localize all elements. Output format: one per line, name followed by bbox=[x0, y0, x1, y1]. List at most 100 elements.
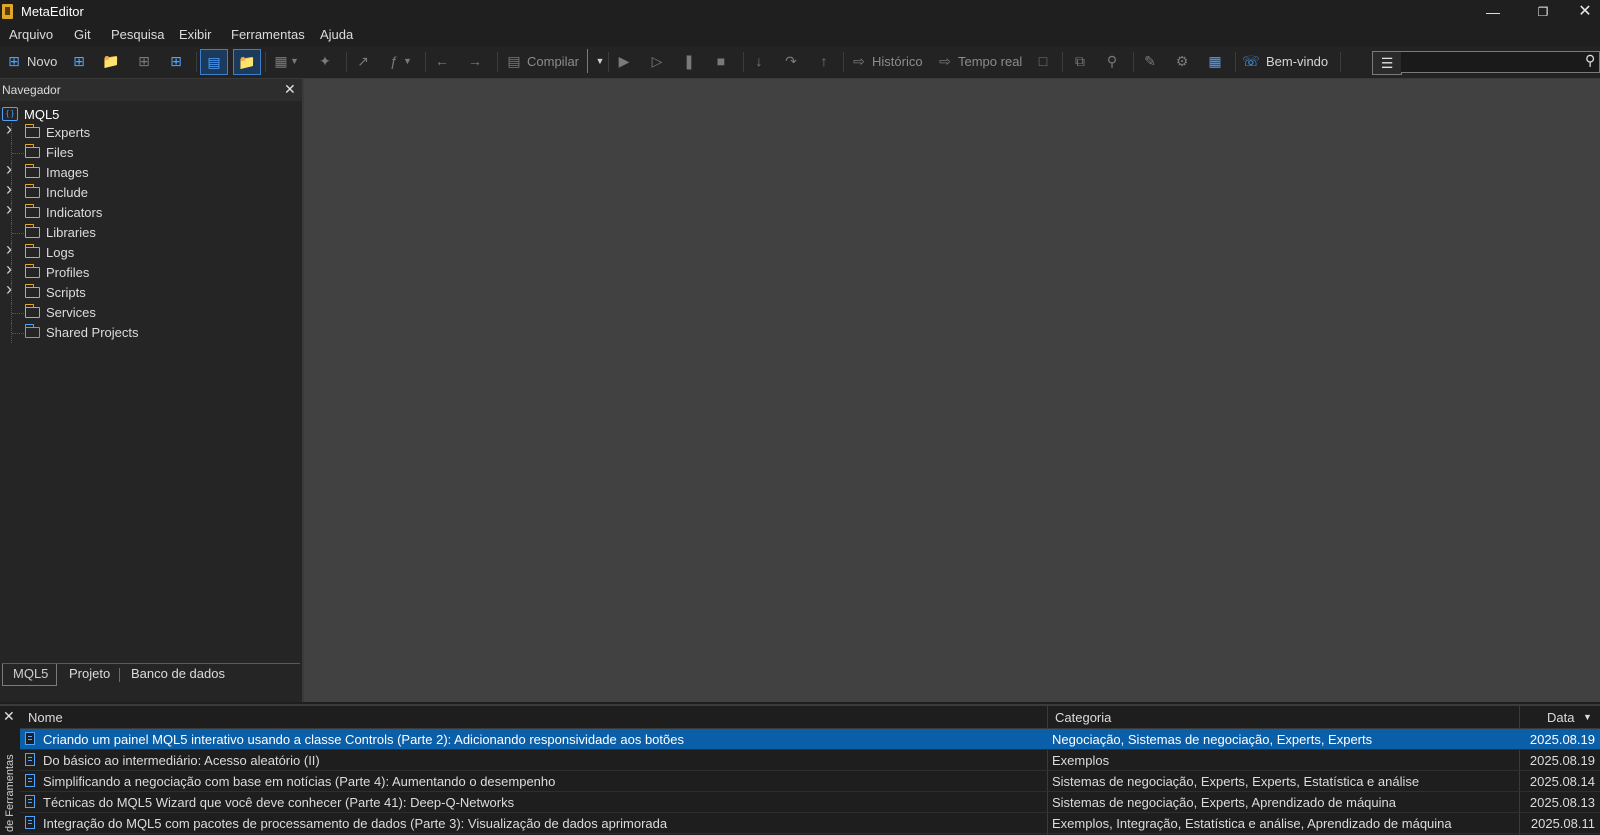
copy-button[interactable]: ⧉ bbox=[1071, 49, 1089, 73]
terminal-button[interactable]: ▦ bbox=[1206, 49, 1224, 73]
tree-item-scripts[interactable]: › Scripts bbox=[0, 280, 300, 303]
tree-item-services[interactable]: Services bbox=[0, 303, 300, 323]
folder-icon bbox=[25, 124, 40, 138]
tab-banco-de-dados[interactable]: Banco de dados bbox=[121, 664, 235, 686]
tree-item-shared-projects[interactable]: Shared Projects bbox=[0, 323, 300, 343]
chevron-right-icon[interactable]: › bbox=[6, 120, 16, 138]
document-icon bbox=[25, 795, 35, 808]
article-name: Criando um painel MQL5 interativo usando… bbox=[43, 732, 684, 747]
forward-button[interactable]: → bbox=[466, 49, 484, 73]
chevron-right-icon[interactable]: › bbox=[6, 180, 16, 198]
restore-button[interactable]: ❐ bbox=[1520, 0, 1566, 24]
column-header-category[interactable]: Categoria bbox=[1055, 710, 1111, 725]
close-icon[interactable]: ✕ bbox=[284, 81, 296, 98]
folder-icon bbox=[25, 204, 40, 218]
debug-start-history-button[interactable]: ▷ bbox=[648, 49, 666, 73]
market-button[interactable]: ⚙ bbox=[1173, 49, 1191, 73]
shared-folder-icon bbox=[25, 324, 40, 338]
debug-start-real-button[interactable]: ▶ bbox=[615, 49, 633, 73]
tree-item-images[interactable]: › Images bbox=[0, 160, 300, 183]
open-button[interactable]: 📁 bbox=[102, 49, 120, 73]
chevron-right-icon[interactable]: › bbox=[6, 260, 16, 278]
functions-button[interactable]: ƒ ▼ bbox=[385, 49, 412, 73]
chevron-down-icon: ▼ bbox=[595, 56, 605, 66]
save-icon: ⊞ bbox=[138, 53, 150, 69]
search-icon[interactable]: ⚲ bbox=[1585, 52, 1595, 69]
compile-dropdown-button[interactable]: ▼ bbox=[587, 49, 609, 73]
step-out-button[interactable]: ↑ bbox=[815, 49, 833, 73]
tree-item-logs[interactable]: › Logs bbox=[0, 240, 300, 263]
save-all-button[interactable]: ⊞ bbox=[167, 49, 185, 73]
column-header-date[interactable]: Data bbox=[1547, 710, 1574, 725]
chevron-right-icon[interactable]: › bbox=[6, 160, 16, 178]
article-category: Exemplos, Integração, Estatística e anál… bbox=[1052, 816, 1452, 831]
find-button[interactable]: ⚲ bbox=[1103, 49, 1121, 73]
add-icon: ⊞ bbox=[73, 53, 85, 69]
article-date: 2025.08.14 bbox=[1529, 774, 1595, 789]
tab-projeto[interactable]: Projeto bbox=[59, 664, 120, 686]
minimize-button[interactable]: — bbox=[1470, 0, 1516, 24]
stop-profiling-button[interactable]: □ bbox=[1034, 49, 1052, 73]
step-over-button[interactable]: ↷ bbox=[782, 49, 800, 73]
back-button[interactable]: ← bbox=[433, 49, 451, 73]
tree-item-indicators[interactable]: › Indicators bbox=[0, 200, 300, 223]
article-category: Exemplos bbox=[1052, 753, 1110, 768]
welcome-button[interactable]: ☏ Bem-vindo bbox=[1242, 49, 1328, 73]
menu-pesquisa[interactable]: Pesquisa bbox=[111, 27, 164, 42]
table-row[interactable]: Do básico ao intermediário: Acesso aleat… bbox=[20, 750, 1600, 771]
compile-button[interactable]: ▤ Compilar bbox=[505, 49, 579, 73]
chevron-right-icon[interactable]: › bbox=[6, 240, 16, 258]
table-row[interactable]: Simplificando a negociação com base em n… bbox=[20, 771, 1600, 792]
tree-item-profiles[interactable]: › Profiles bbox=[0, 260, 300, 283]
menu-ferramentas[interactable]: Ferramentas bbox=[231, 27, 305, 42]
navigator-header: Navegador ✕ bbox=[0, 79, 302, 101]
edit-button[interactable]: ✎ bbox=[1141, 49, 1159, 73]
step-into-button[interactable]: ↓ bbox=[750, 49, 768, 73]
styler-button[interactable]: ✦ bbox=[316, 49, 334, 73]
tree-item-label: Images bbox=[46, 165, 89, 180]
new-file-button[interactable]: ⊞ bbox=[70, 49, 88, 73]
stop-button[interactable]: ■ bbox=[712, 49, 730, 73]
table-row[interactable]: Integração do MQL5 com pacotes de proces… bbox=[20, 813, 1600, 834]
tree-item-experts[interactable]: › Experts bbox=[0, 120, 300, 143]
column-header-name[interactable]: Nome bbox=[28, 710, 63, 725]
pause-button[interactable]: ❚ bbox=[680, 49, 698, 73]
table-row[interactable]: Técnicas do MQL5 Wizard que você deve co… bbox=[20, 792, 1600, 813]
menu-exibir[interactable]: Exibir bbox=[179, 27, 212, 42]
save-button[interactable]: ⊞ bbox=[135, 49, 153, 73]
tree-guide-line bbox=[12, 233, 24, 235]
article-date: 2025.08.13 bbox=[1529, 795, 1595, 810]
menu-arquivo[interactable]: Arquivo bbox=[9, 27, 53, 42]
tab-mql5[interactable]: MQL5 bbox=[2, 664, 57, 686]
menu-ajuda[interactable]: Ajuda bbox=[320, 27, 353, 42]
paste-button[interactable]: ▦ ▼ bbox=[272, 49, 299, 73]
terminal-icon: ▦ bbox=[1208, 53, 1222, 69]
editor-area[interactable] bbox=[304, 79, 1600, 702]
search-settings-button[interactable]: ☰ bbox=[1372, 51, 1402, 75]
table-row[interactable]: Criando um painel MQL5 interativo usando… bbox=[20, 729, 1600, 750]
chevron-right-icon[interactable]: › bbox=[6, 200, 16, 218]
tree-item-label: Logs bbox=[46, 245, 75, 260]
sort-desc-icon[interactable]: ▼ bbox=[1583, 712, 1592, 722]
variables-button[interactable]: ↗ bbox=[354, 49, 372, 73]
search-input[interactable] bbox=[1401, 51, 1600, 73]
tree-item-include[interactable]: › Include bbox=[0, 180, 300, 203]
navigator-title: Navegador bbox=[2, 83, 61, 97]
close-window-button[interactable]: ✕ bbox=[1570, 0, 1600, 24]
menu-git[interactable]: Git bbox=[74, 27, 91, 42]
navigator-toggle-button[interactable]: 📁 bbox=[233, 49, 261, 75]
find-icon: ⚲ bbox=[1106, 53, 1118, 69]
tree-item-label: Libraries bbox=[46, 225, 96, 240]
new-button[interactable]: ⊞ Novo bbox=[5, 49, 57, 73]
close-icon[interactable]: ✕ bbox=[3, 708, 15, 725]
tree-item-libraries[interactable]: Libraries bbox=[0, 223, 300, 243]
chevron-right-icon[interactable]: › bbox=[6, 280, 16, 298]
articles-header: Nome Categoria Data ▼ bbox=[20, 706, 1600, 729]
toolbox-icon: ▤ bbox=[207, 54, 221, 70]
metaeditor-logo-icon bbox=[2, 4, 13, 19]
article-date: 2025.08.19 bbox=[1529, 753, 1595, 768]
toolbox-toggle-button[interactable]: ▤ bbox=[200, 49, 228, 75]
history-button[interactable]: ⇨ Histórico bbox=[850, 49, 922, 73]
realtime-button[interactable]: ⇨ Tempo real bbox=[936, 49, 1022, 73]
tree-item-files[interactable]: Files bbox=[0, 143, 300, 163]
